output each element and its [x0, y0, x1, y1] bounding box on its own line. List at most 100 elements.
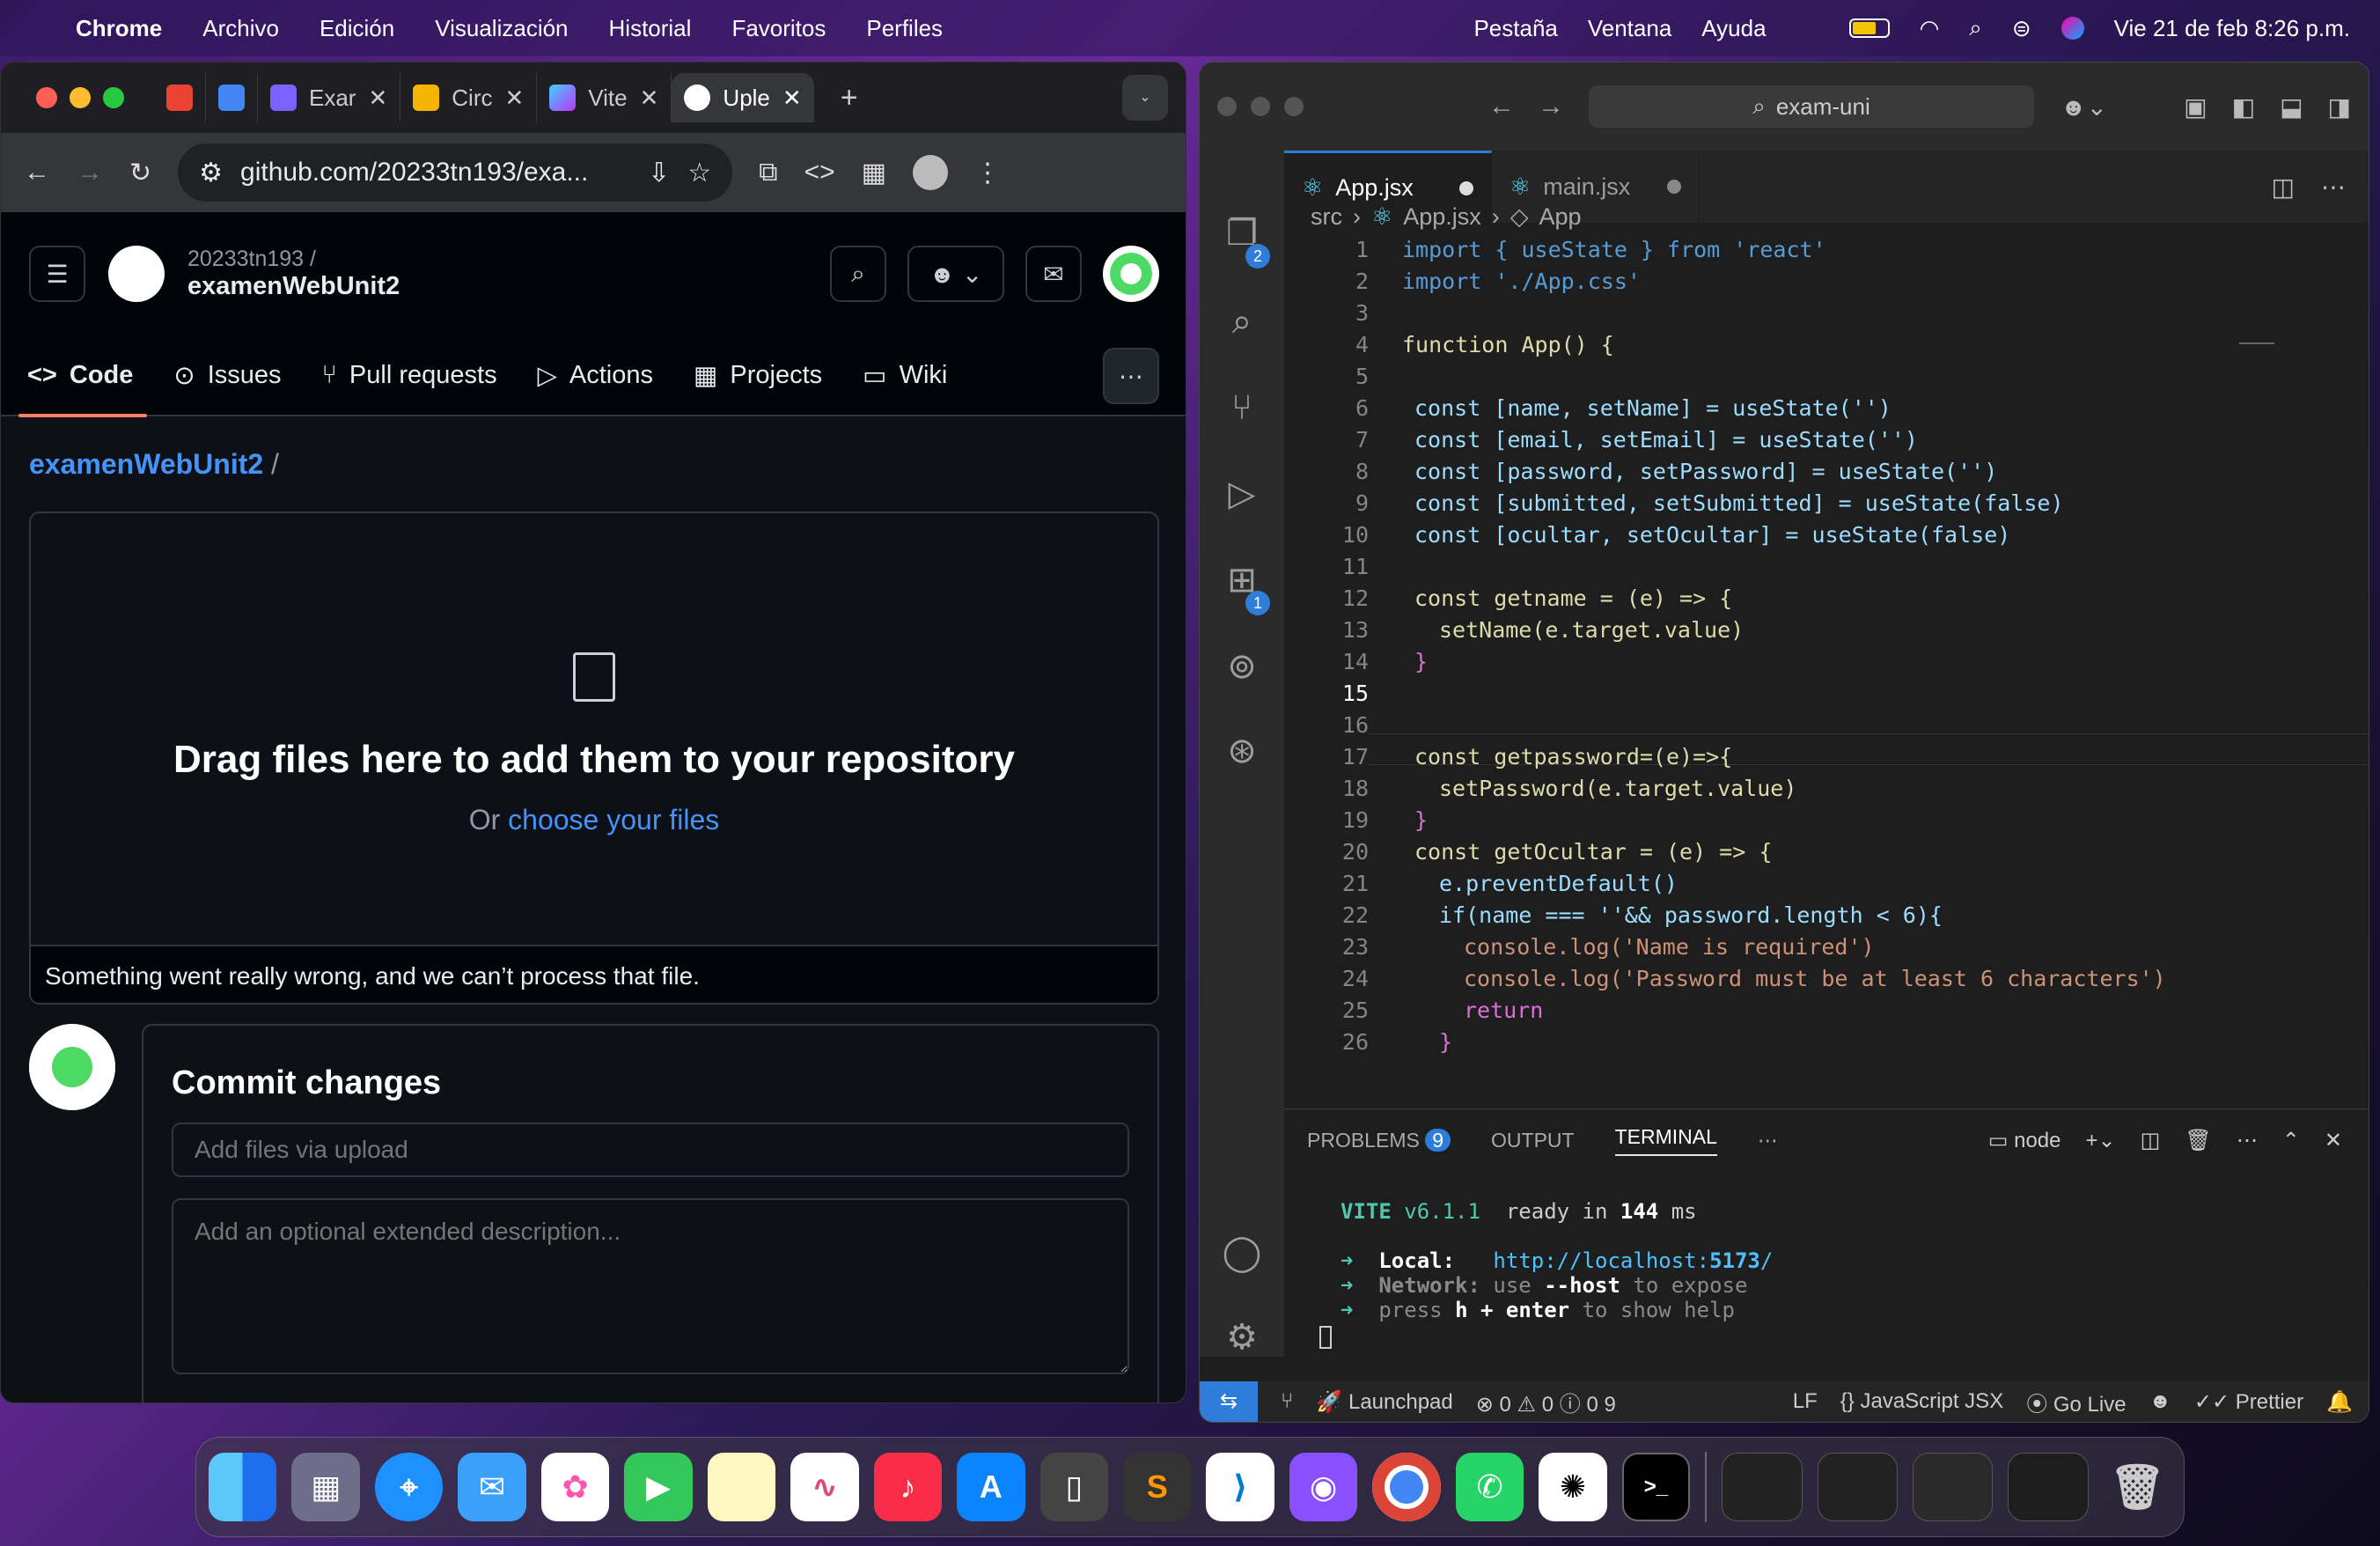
choose-files-link[interactable]: choose your files — [508, 804, 719, 836]
chatgpt-icon[interactable]: ✺ — [1539, 1453, 1607, 1521]
maximize-panel-icon[interactable]: ⌃ — [2282, 1128, 2300, 1153]
bell-icon[interactable]: 🔔 — [2326, 1389, 2353, 1415]
customize-layout-icon[interactable]: ▣ — [2184, 92, 2207, 121]
tab-projects[interactable]: ▦ Projects — [694, 335, 822, 416]
prettier-status[interactable]: ✓✓ Prettier — [2194, 1389, 2303, 1415]
code-line[interactable]: setName(e.target.value) — [1439, 617, 1744, 643]
code-line[interactable]: const getname = (e) => { — [1414, 585, 1732, 611]
code-line[interactable]: const [email, setEmail] = useState('') — [1414, 427, 1918, 453]
code-line[interactable]: const getOcultar = (e) => { — [1414, 839, 1772, 865]
search-icon[interactable]: ⌕ — [1219, 298, 1265, 344]
launchpad-item[interactable]: 🚀 Launchpad — [1316, 1389, 1452, 1415]
vscode-icon[interactable]: ⟩ — [1206, 1453, 1274, 1521]
launchpad-icon[interactable]: ▦ — [291, 1453, 360, 1521]
chrome-icon[interactable] — [1372, 1453, 1441, 1521]
forward-icon[interactable]: → — [77, 158, 103, 188]
new-tab-button[interactable]: + — [841, 81, 858, 115]
wifi-icon[interactable]: ◠ — [1920, 15, 1940, 42]
copilot-button[interactable]: ☻ ⌄ — [907, 246, 1004, 302]
zoom-window-button[interactable] — [1284, 97, 1304, 116]
command-center-search[interactable]: ⌕ exam-uni — [1589, 85, 2034, 128]
language-status[interactable]: {} JavaScript JSX — [1840, 1389, 2003, 1414]
tab-gmail[interactable] — [154, 73, 206, 122]
more-actions-icon[interactable]: ⋯ — [2321, 173, 2346, 202]
breadcrumb-symbol[interactable]: App — [1539, 203, 1582, 231]
sublime-text-icon[interactable]: S — [1122, 1453, 1192, 1521]
terminal-shell-selector[interactable]: ▭ node — [1988, 1128, 2061, 1153]
site-info-icon[interactable]: ⚙ — [199, 158, 223, 188]
iphone-mirroring-icon[interactable]: ▯ — [1039, 1453, 1108, 1521]
menu-app-name[interactable]: Chrome — [76, 15, 162, 42]
copilot-icon[interactable]: ☻⌄ — [2060, 92, 2107, 121]
commit-description-input[interactable] — [172, 1198, 1129, 1374]
close-icon[interactable]: ✕ — [782, 85, 802, 112]
menu-ventana[interactable]: Ventana — [1588, 15, 1671, 42]
more-icon[interactable]: ⋯ — [1758, 1129, 1778, 1152]
menu-archivo[interactable]: Archivo — [202, 15, 279, 42]
mail-icon[interactable]: ✉ — [458, 1453, 526, 1521]
code-line[interactable]: if(name === ''&& password.length < 6){ — [1439, 902, 1943, 928]
toggle-sidebar-icon[interactable]: ◧ — [2232, 92, 2255, 121]
close-icon[interactable]: ✕ — [640, 85, 659, 112]
code-line[interactable]: setPassword(e.target.value) — [1439, 776, 1796, 801]
breadcrumb-repo-link[interactable]: examenWebUnit2 — [29, 448, 263, 480]
menu-favoritos[interactable]: Favoritos — [731, 15, 826, 42]
hamburger-menu-icon[interactable]: ☰ — [29, 246, 85, 302]
menu-ayuda[interactable]: Ayuda — [1701, 15, 1766, 42]
unsaved-dot-icon[interactable] — [1667, 180, 1681, 194]
minimize-window-button[interactable] — [70, 87, 91, 108]
more-tabs-button[interactable]: ⋯ — [1103, 348, 1159, 404]
recent-window-thumbnail[interactable] — [2008, 1453, 2089, 1521]
commit-message-input[interactable] — [172, 1123, 1129, 1177]
safari-icon[interactable]: ⌖ — [374, 1453, 444, 1521]
search-icon[interactable]: ⌕ — [830, 246, 886, 302]
code-line[interactable]: } — [1414, 807, 1428, 833]
close-panel-icon[interactable]: ✕ — [2325, 1128, 2342, 1153]
code-line[interactable]: console.log('Name is required') — [1464, 934, 1875, 960]
breadcrumb-folder[interactable]: src — [1311, 203, 1342, 231]
problems-status[interactable]: ⊗ 0 ⚠ 0 ⓘ 0 9 — [1476, 1387, 1616, 1417]
tab-pull-requests[interactable]: ⑂ Pull requests — [322, 335, 497, 416]
back-icon[interactable]: ← — [24, 158, 50, 188]
minimap-slider[interactable] — [2239, 342, 2274, 344]
tab-terminal[interactable]: TERMINAL — [1614, 1125, 1717, 1156]
code-line[interactable]: import { useState } from 'react' — [1402, 237, 1826, 262]
tab-problems[interactable]: PROBLEMS 9 — [1307, 1128, 1451, 1152]
music-icon[interactable]: ♪ — [873, 1453, 943, 1521]
reload-icon[interactable]: ↻ — [129, 158, 151, 188]
url-text[interactable]: github.com/20233tn193/exa... — [240, 158, 588, 188]
code-line[interactable]: const [name, setName] = useState('') — [1414, 395, 1892, 421]
install-icon[interactable]: ⇩ — [648, 158, 670, 188]
terminal-cursor[interactable] — [1319, 1326, 1332, 1349]
tab-actions[interactable]: ▷ Actions — [538, 335, 653, 416]
split-editor-icon[interactable]: ◫ — [2272, 173, 2295, 202]
code-line[interactable]: function App() { — [1402, 332, 1614, 357]
spotlight-icon[interactable]: ⌕ — [1969, 14, 1982, 42]
menu-historial[interactable]: Historial — [609, 15, 692, 42]
github-logo[interactable] — [108, 246, 165, 302]
account-icon[interactable]: ◯ — [1219, 1230, 1265, 1276]
forward-icon[interactable]: → — [1538, 92, 1564, 121]
photos-icon[interactable]: ✿ — [540, 1453, 610, 1521]
repo-owner[interactable]: 20233tn193 / — [187, 247, 400, 272]
recent-window-thumbnail[interactable] — [1817, 1453, 1898, 1521]
split-terminal-icon[interactable]: ◫ — [2141, 1128, 2161, 1153]
toggle-secondary-sidebar-icon[interactable]: ◨ — [2328, 92, 2351, 121]
notes-icon[interactable] — [707, 1453, 776, 1521]
menu-edicion[interactable]: Edición — [320, 15, 394, 42]
tab-search-button[interactable]: ⌄ — [1122, 75, 1168, 121]
code-line[interactable]: console.log('Password must be at least 6… — [1464, 966, 2166, 991]
siri-icon[interactable] — [2060, 17, 2084, 40]
recent-window-thumbnail[interactable] — [1722, 1453, 1803, 1521]
back-icon[interactable]: ← — [1488, 92, 1515, 121]
git-branch-icon[interactable]: ⑂ — [1281, 1389, 1293, 1414]
code-line[interactable]: const getpassword=(e)=>{ — [1414, 744, 1732, 769]
code-line[interactable]: const [password, setPassword] = useState… — [1414, 459, 1997, 484]
terminal-icon[interactable]: >_ — [1621, 1453, 1691, 1521]
tab-contacts[interactable] — [206, 73, 258, 122]
run-debug-icon[interactable]: ▷ — [1219, 471, 1265, 517]
recent-window-thumbnail[interactable] — [1912, 1453, 1994, 1521]
code-line[interactable]: } — [1439, 1029, 1452, 1055]
unsaved-dot-icon[interactable] — [1459, 180, 1473, 195]
extensions-icon[interactable]: ⧉ — [759, 158, 777, 188]
